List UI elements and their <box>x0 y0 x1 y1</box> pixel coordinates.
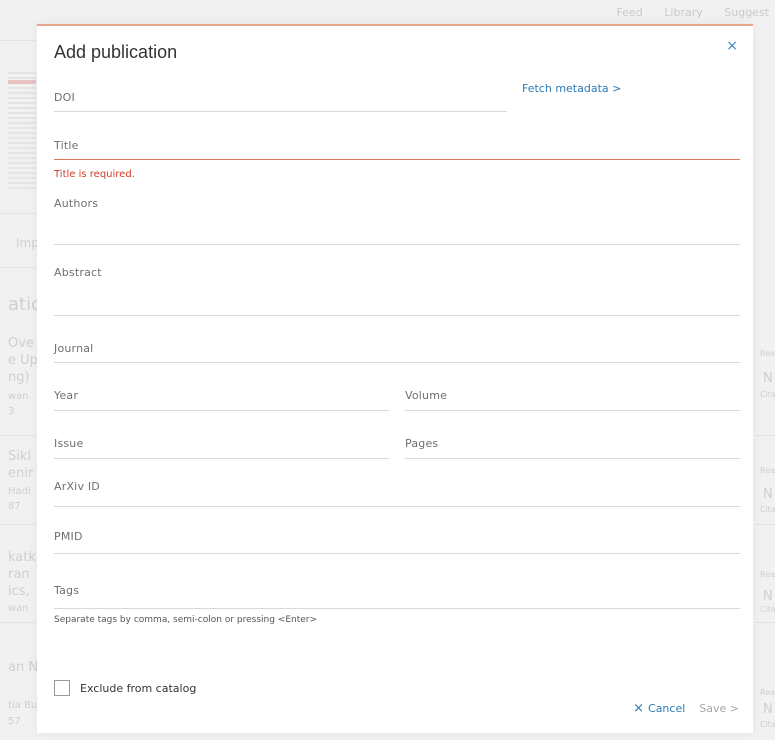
arxiv-id-field[interactable]: ArXiv ID <box>54 477 740 507</box>
pages-label: Pages <box>405 437 439 450</box>
bg-fragment: Rea <box>760 466 775 475</box>
close-icon: × <box>633 701 645 716</box>
bg-fragment: katk <box>8 550 36 565</box>
bg-fragment: Imp <box>16 236 39 250</box>
authors-label: Authors <box>54 197 99 210</box>
arxiv-id-label: ArXiv ID <box>54 480 100 493</box>
bg-fragment: enir <box>8 466 34 481</box>
add-publication-dialog: Add publication × DOI Fetch metadata > T… <box>37 24 753 733</box>
bg-fragment: Cita <box>760 720 775 729</box>
journal-field[interactable]: Journal <box>54 334 740 363</box>
bg-fragment: Rea <box>760 349 775 358</box>
tags-hint: Separate tags by comma, semi-colon or pr… <box>54 615 318 625</box>
title-label: Title <box>54 139 79 152</box>
cancel-button[interactable]: × Cancel <box>633 701 685 716</box>
save-button[interactable]: Save > <box>699 702 739 715</box>
abstract-label: Abstract <box>54 266 102 279</box>
pmid-label: PMID <box>54 530 83 543</box>
bg-fragment: Cita <box>760 505 775 514</box>
exclude-checkbox[interactable] <box>54 680 70 696</box>
fetch-metadata-link[interactable]: Fetch metadata > <box>522 82 621 95</box>
cancel-label: Cancel <box>648 702 686 715</box>
year-label: Year <box>54 389 79 402</box>
bg-fragment: ics, <box>8 584 30 599</box>
title-field[interactable]: Title <box>54 130 740 160</box>
bg-fragment: wan <box>8 603 29 614</box>
volume-label: Volume <box>405 389 448 402</box>
nav-feed[interactable]: Feed <box>617 6 643 19</box>
bg-fragment: Cita <box>760 390 775 399</box>
bg-fragment: N <box>763 702 773 717</box>
abstract-field[interactable]: Abstract <box>54 262 740 316</box>
dialog-title: Add publication <box>54 42 178 62</box>
bg-fragment: 57 <box>8 716 21 727</box>
exclude-label: Exclude from catalog <box>80 681 197 695</box>
bg-divider <box>755 622 775 623</box>
tags-label: Tags <box>54 584 80 597</box>
close-icon[interactable]: × <box>726 38 738 54</box>
bg-divider <box>0 40 36 41</box>
journal-label: Journal <box>54 342 94 355</box>
bg-fragment: e Up <box>8 353 38 368</box>
tags-field[interactable]: Tags <box>54 572 740 609</box>
bg-fragment: Ove <box>8 336 34 351</box>
bg-fragment: Sikl <box>8 449 32 464</box>
bg-divider <box>0 267 36 268</box>
pages-field[interactable]: Pages <box>405 429 740 459</box>
bg-fragment: an N <box>8 660 39 675</box>
bg-divider <box>755 524 775 525</box>
bg-divider <box>0 622 36 623</box>
nav-library[interactable]: Library <box>664 6 702 19</box>
issue-field[interactable]: Issue <box>54 429 389 459</box>
bg-fragment: ng) <box>8 370 30 385</box>
bg-fragment: wan <box>8 391 29 402</box>
authors-field[interactable]: Authors <box>54 194 740 245</box>
bg-divider <box>0 213 36 214</box>
bg-divider <box>0 435 36 436</box>
issue-label: Issue <box>54 437 84 450</box>
bg-divider <box>755 435 775 436</box>
volume-field[interactable]: Volume <box>405 381 740 411</box>
background-nav: Feed Library Suggest <box>599 6 769 19</box>
bg-fragment: Rea <box>760 570 775 579</box>
bg-fragment: N <box>763 487 773 502</box>
bg-fragment: tia Bu <box>8 700 38 711</box>
background-thumbnail <box>8 72 36 190</box>
bg-fragment: N <box>763 371 773 386</box>
bg-fragment: Hadi <box>8 486 31 497</box>
bg-fragment: 3 <box>8 406 15 417</box>
pmid-field[interactable]: PMID <box>54 525 740 554</box>
bg-fragment: ran <box>8 567 30 582</box>
bg-fragment: Rea <box>760 688 775 697</box>
bg-fragment: 87 <box>8 501 21 512</box>
nav-suggest[interactable]: Suggest <box>724 6 769 19</box>
year-field[interactable]: Year <box>54 381 389 411</box>
dialog-footer: × Cancel Save > <box>633 701 739 716</box>
bg-divider <box>0 524 36 525</box>
title-error-message: Title is required. <box>54 169 135 180</box>
doi-field[interactable]: DOI <box>54 82 507 112</box>
bg-fragment: N <box>763 589 773 604</box>
bg-fragment: Cita <box>760 605 775 614</box>
doi-label: DOI <box>54 91 75 104</box>
exclude-from-catalog-row[interactable]: Exclude from catalog <box>54 680 196 696</box>
